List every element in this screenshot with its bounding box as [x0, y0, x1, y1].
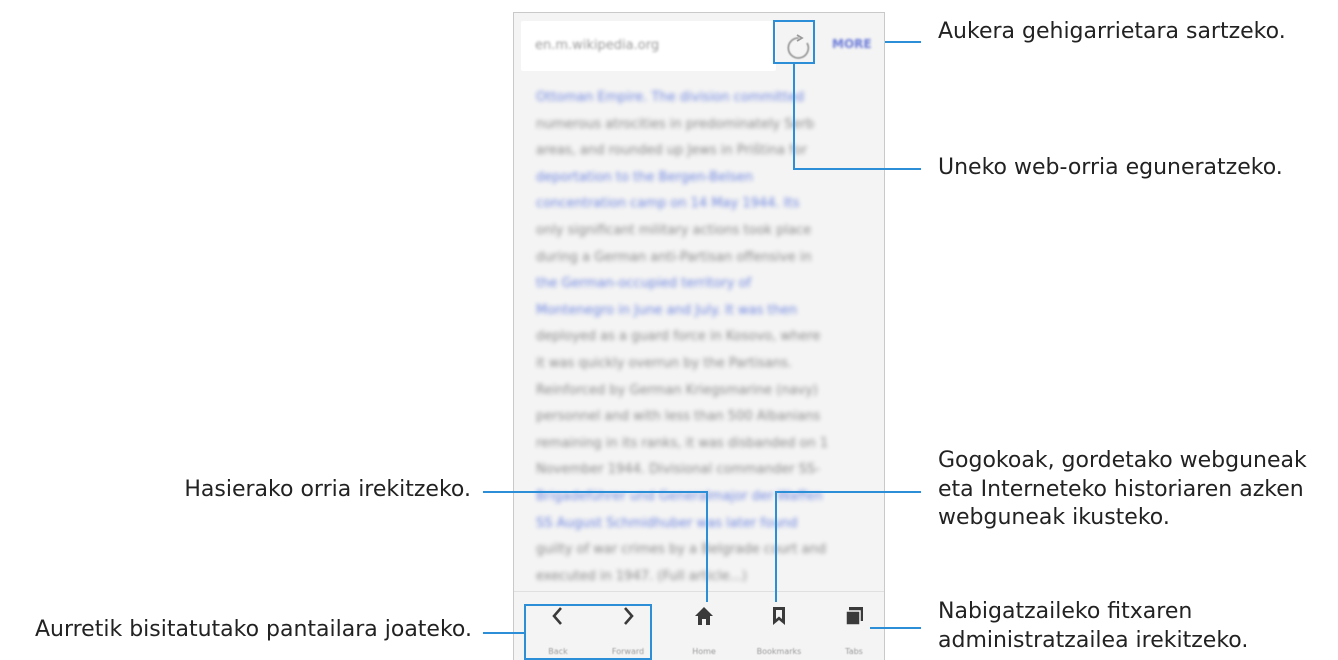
- content-line[interactable]: SS August Schmidhuber was later found: [536, 511, 866, 538]
- content-line: executed in 1947. (Full article...): [536, 568, 747, 584]
- tabs-callout-line-2: administratzailea irekitzeko.: [938, 627, 1249, 653]
- bookmarks-callout-line-2: eta Interneteko historiaren azken: [938, 476, 1304, 502]
- refresh-highlight: [773, 20, 815, 64]
- tabs-callout-line-1: Nabigatzaileko fitxaren: [938, 599, 1193, 624]
- content-line: areas, and rounded up Jews in Priština f…: [536, 143, 807, 159]
- content-line: November 1944. Divisional commander SS-: [536, 462, 820, 478]
- content-line[interactable]: the German-occupied territory of: [536, 271, 866, 298]
- content-line[interactable]: concentration camp on 14 May 1944. Its: [536, 191, 866, 218]
- refresh-callout-label: Uneko web-orria eguneratzeko.: [938, 155, 1283, 180]
- home-button[interactable]: Home: [672, 592, 736, 660]
- bookmarks-callout-line-3: webguneak ikusteko.: [938, 505, 1170, 531]
- bookmarks-button[interactable]: Bookmarks: [747, 592, 811, 660]
- back-forward-callout-label: Aurretik bisitatutako pantailara joateko…: [34, 617, 472, 642]
- content-line: numerous atrocities in predominately Ser…: [536, 116, 815, 132]
- content-line: guilty of war crimes by a Belgrade court…: [536, 542, 827, 558]
- content-line: it was quickly overrun by the Partisans.: [536, 355, 792, 371]
- content-line[interactable]: Brigadeführer und Generalmajor der Waffe…: [536, 484, 866, 511]
- content-line[interactable]: Montenegro in June and July. It was then: [536, 298, 866, 325]
- content-line: during a German anti-Partisan offensive …: [536, 249, 812, 265]
- more-button[interactable]: MORE: [832, 37, 872, 51]
- address-bar[interactable]: en.m.wikipedia.org: [521, 21, 776, 71]
- url-text: en.m.wikipedia.org: [535, 38, 660, 53]
- content-line: personnel and with less than 500 Albania…: [536, 409, 821, 425]
- home-callout-label: Hasierako orria irekitzeko.: [184, 477, 471, 502]
- bookmarks-callout-label: Gogokoak, gordetako webguneak eta Intern…: [938, 447, 1307, 533]
- content-line: deployed as a guard force in Kosovo, whe…: [536, 329, 821, 345]
- back-forward-highlight: [524, 604, 652, 660]
- tabs-button[interactable]: Tabs: [822, 592, 884, 660]
- tabs-label: Tabs: [845, 647, 863, 656]
- home-callout-vertical: [706, 491, 708, 602]
- tabs-icon: [845, 607, 863, 626]
- page-content: Ottoman Empire. The division committed nu…: [536, 85, 866, 590]
- bookmarks-label: Bookmarks: [756, 647, 802, 656]
- content-line: remaining in its ranks, it was disbanded…: [536, 435, 829, 451]
- refresh-callout-vertical: [793, 63, 795, 170]
- more-callout-label: Aukera gehigarrietara sartzeko.: [938, 19, 1286, 44]
- tabs-callout-line: [870, 627, 921, 629]
- refresh-callout-horizontal: [793, 168, 921, 170]
- content-line[interactable]: Ottoman Empire. The division committed: [536, 85, 866, 112]
- bookmarks-callout-line-1: Gogokoak, gordetako webguneak: [938, 448, 1307, 473]
- home-callout-horizontal: [483, 491, 708, 493]
- bookmarks-callout-horizontal: [775, 491, 921, 493]
- back-forward-callout-line: [483, 632, 524, 634]
- content-line: Reinforced by German Kriegsmarine (navy): [536, 382, 818, 398]
- content-line: only significant military actions took p…: [536, 222, 812, 238]
- tabs-callout-label: Nabigatzaileko fitxaren administratzaile…: [938, 598, 1248, 655]
- more-callout-line: [885, 41, 921, 43]
- browser-screen: en.m.wikipedia.org MORE Ottoman Empire. …: [513, 12, 885, 660]
- home-label: Home: [692, 647, 716, 656]
- bookmark-icon: [773, 607, 785, 625]
- home-icon: [695, 607, 713, 625]
- bookmarks-callout-vertical: [775, 491, 777, 602]
